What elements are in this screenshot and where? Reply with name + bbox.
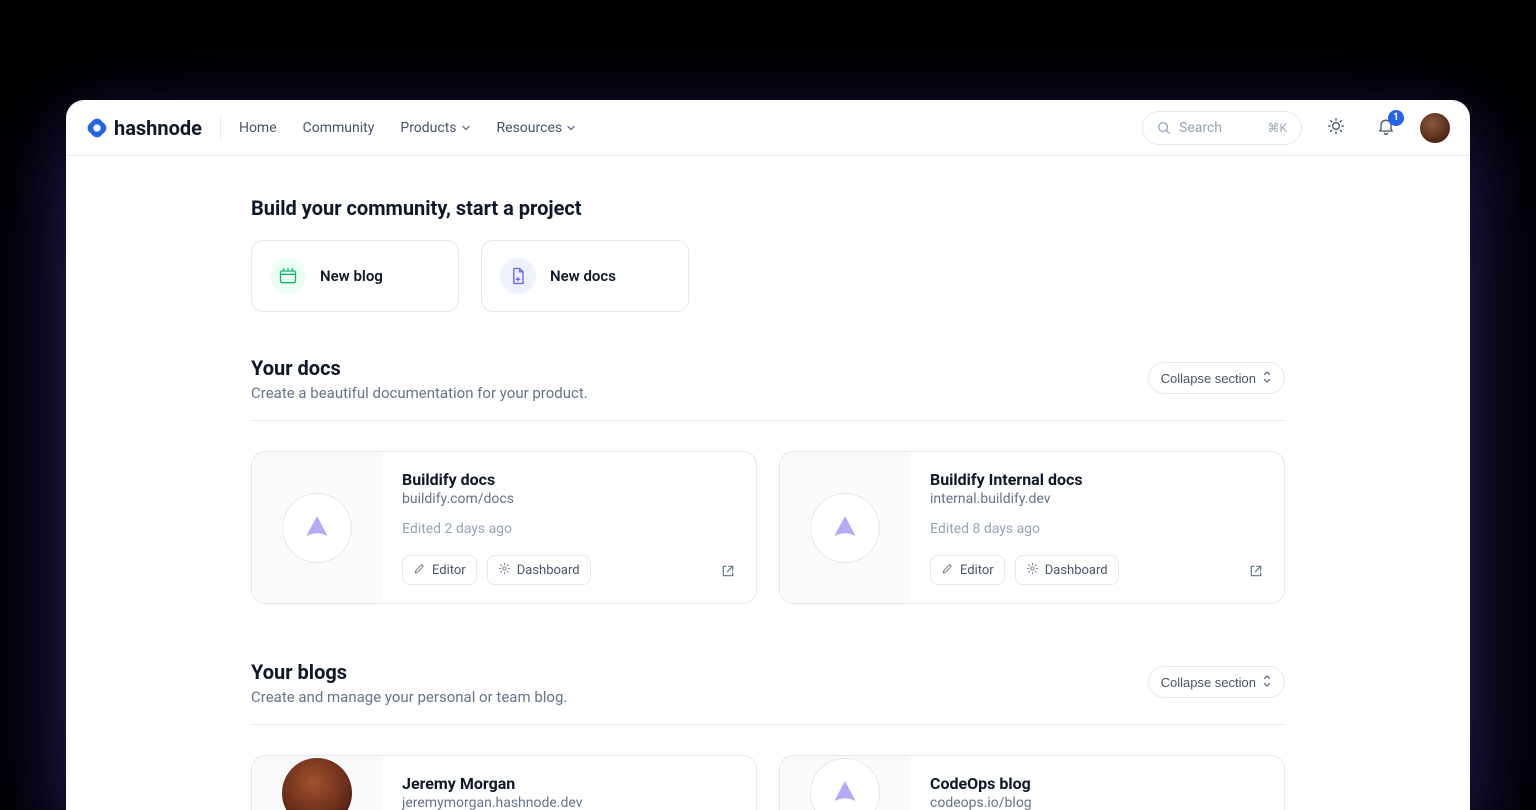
editor-button[interactable]: Editor: [930, 555, 1005, 585]
chevron-down-icon: [461, 123, 471, 133]
dashboard-button[interactable]: Dashboard: [487, 555, 591, 585]
new-docs-label: New docs: [550, 267, 616, 285]
card-url: jeremymorgan.hashnode.dev: [402, 795, 736, 810]
card-title: Buildify docs: [402, 470, 736, 489]
card-url: internal.buildify.dev: [930, 491, 1264, 507]
hero-title: Build your community, start a project: [251, 196, 1285, 220]
nav-home[interactable]: Home: [239, 120, 277, 136]
chevron-down-icon: [566, 123, 576, 133]
open-external-button[interactable]: [1248, 563, 1264, 583]
pencil-icon: [941, 562, 954, 579]
pencil-icon: [413, 562, 426, 579]
editor-button[interactable]: Editor: [402, 555, 477, 585]
card-url: buildify.com/docs: [402, 491, 736, 507]
brand-text: hashnode: [114, 116, 202, 140]
sun-icon: [1326, 116, 1346, 140]
hero-cards: New blog New docs: [251, 240, 1285, 312]
content: Build your community, start a project Ne…: [66, 156, 1470, 810]
project-avatar: [810, 758, 880, 810]
nav: Home Community Products Resources: [239, 120, 576, 136]
gear-icon: [1026, 562, 1039, 579]
dashboard-button[interactable]: Dashboard: [1015, 555, 1119, 585]
new-blog-card[interactable]: New blog: [251, 240, 459, 312]
card-title: Buildify Internal docs: [930, 470, 1264, 489]
project-avatar: [810, 493, 880, 563]
blog-card[interactable]: CodeOps blog codeops.io/blog: [779, 755, 1285, 810]
notification-badge: 1: [1388, 110, 1404, 126]
search-icon: [1157, 121, 1171, 135]
project-avatar: [282, 493, 352, 563]
app-window: hashnode Home Community Products Resourc…: [66, 100, 1470, 810]
card-thumbnail: [780, 756, 910, 810]
nav-products[interactable]: Products: [400, 120, 470, 136]
hashnode-logo-icon: [86, 117, 108, 139]
open-external-button[interactable]: [720, 563, 736, 583]
blogs-subtitle: Create and manage your personal or team …: [251, 688, 567, 706]
card-thumbnail: [252, 756, 382, 810]
collapse-blogs-button[interactable]: Collapse section: [1148, 666, 1285, 698]
author-avatar: [282, 758, 352, 810]
docs-icon: [500, 258, 536, 294]
card-meta: Edited 2 days ago: [402, 521, 736, 537]
new-docs-card[interactable]: New docs: [481, 240, 689, 312]
blog-card[interactable]: Jeremy Morgan jeremymorgan.hashnode.dev: [251, 755, 757, 810]
search-input[interactable]: Search ⌘K: [1142, 111, 1302, 145]
docs-title: Your docs: [251, 356, 588, 380]
new-blog-label: New blog: [320, 267, 383, 285]
blogs-title: Your blogs: [251, 660, 567, 684]
docs-section-header: Your docs Create a beautiful documentati…: [251, 356, 1285, 421]
nav-resources[interactable]: Resources: [497, 120, 577, 136]
blog-icon: [270, 258, 306, 294]
collapse-icon: [1262, 675, 1272, 690]
docs-cards-row: Buildify docs buildify.com/docs Edited 2…: [251, 451, 1285, 604]
theme-toggle[interactable]: [1320, 112, 1352, 144]
card-thumbnail: [252, 452, 382, 603]
card-title: Jeremy Morgan: [402, 774, 736, 793]
topbar: hashnode Home Community Products Resourc…: [66, 100, 1470, 156]
gear-icon: [498, 562, 511, 579]
blogs-section-header: Your blogs Create and manage your person…: [251, 660, 1285, 725]
brand[interactable]: hashnode: [86, 116, 221, 140]
card-url: codeops.io/blog: [930, 795, 1264, 810]
search-kbd: ⌘K: [1267, 121, 1287, 135]
card-title: CodeOps blog: [930, 774, 1264, 793]
collapse-icon: [1262, 371, 1272, 386]
card-thumbnail: [780, 452, 910, 603]
docs-subtitle: Create a beautiful documentation for you…: [251, 384, 588, 402]
search-placeholder: Search: [1179, 120, 1222, 136]
card-meta: Edited 8 days ago: [930, 521, 1264, 537]
collapse-docs-button[interactable]: Collapse section: [1148, 362, 1285, 394]
notifications-button[interactable]: 1: [1370, 112, 1402, 144]
docs-card[interactable]: Buildify docs buildify.com/docs Edited 2…: [251, 451, 757, 604]
blogs-cards-row: Jeremy Morgan jeremymorgan.hashnode.dev …: [251, 755, 1285, 810]
nav-community[interactable]: Community: [303, 120, 375, 136]
docs-card[interactable]: Buildify Internal docs internal.buildify…: [779, 451, 1285, 604]
user-avatar[interactable]: [1420, 113, 1450, 143]
